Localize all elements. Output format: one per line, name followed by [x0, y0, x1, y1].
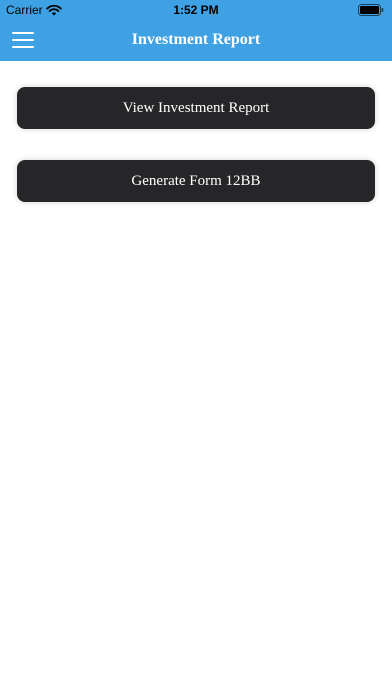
view-investment-report-button[interactable]: View Investment Report	[17, 87, 375, 129]
status-bar: Carrier 1:52 PM	[0, 0, 392, 20]
navigation-bar: Investment Report	[0, 20, 392, 61]
status-time: 1:52 PM	[173, 3, 219, 17]
battery-icon	[358, 4, 384, 16]
generate-form-12bb-button[interactable]: Generate Form 12BB	[17, 160, 375, 202]
page-title: Investment Report	[131, 31, 261, 48]
